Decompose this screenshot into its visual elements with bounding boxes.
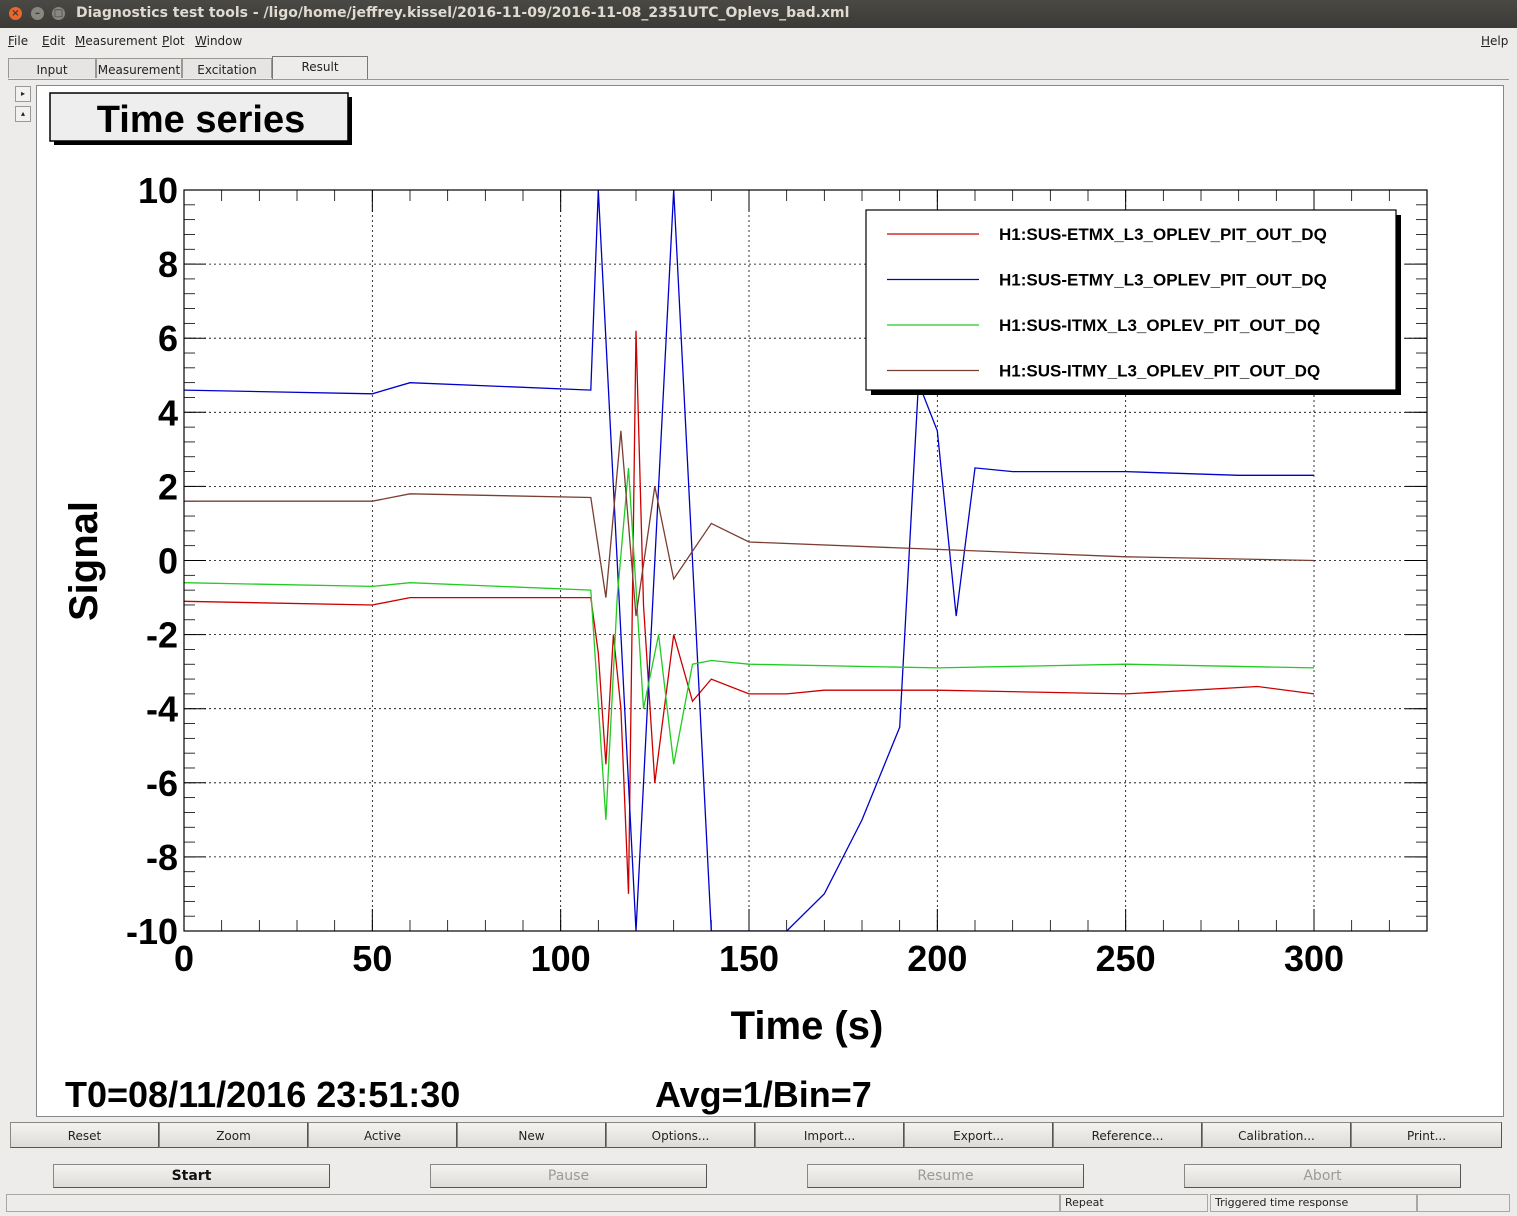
x-tick-label: 250: [1096, 938, 1156, 979]
pad-title: Time series: [97, 99, 305, 141]
resume-button[interactable]: Resume: [807, 1164, 1084, 1188]
x-tick-label: 100: [531, 938, 591, 979]
avg-bin-label: Avg=1/Bin=7: [655, 1074, 872, 1115]
tab-bar: Input Measurement Excitation Result: [0, 56, 1517, 80]
plot-button-row: Reset Zoom Active New Options... Import.…: [10, 1122, 1502, 1148]
pause-button[interactable]: Pause: [430, 1164, 707, 1188]
x-tick-labels: 0 50 100 150 200 250 300: [174, 938, 1344, 979]
y-tick-label: 0: [158, 541, 178, 582]
menu-plot[interactable]: Plot: [162, 34, 185, 48]
legend-label: H1:SUS-ITMY_L3_OPLEV_PIT_OUT_DQ: [999, 362, 1320, 381]
close-icon[interactable]: ×: [9, 7, 22, 20]
minimize-icon[interactable]: –: [31, 7, 44, 20]
options-button[interactable]: Options...: [606, 1122, 755, 1148]
y-tick-label: -8: [146, 837, 178, 878]
zoom-button[interactable]: Zoom: [159, 1122, 308, 1148]
import-button[interactable]: Import...: [755, 1122, 904, 1148]
tab-measurement[interactable]: Measurement: [96, 58, 182, 78]
menu-help[interactable]: Help: [1481, 34, 1508, 48]
x-axis-label: Time (s): [731, 1004, 884, 1048]
y-tick-label: -10: [126, 911, 178, 952]
tab-input[interactable]: Input: [8, 58, 96, 78]
start-button[interactable]: Start: [53, 1164, 330, 1188]
x-tick-label: 50: [352, 938, 392, 979]
x-tick-label: 150: [719, 938, 779, 979]
abort-button[interactable]: Abort: [1184, 1164, 1461, 1188]
legend-label: H1:SUS-ETMY_L3_OPLEV_PIT_OUT_DQ: [999, 271, 1327, 290]
y-tick-label: -4: [146, 689, 178, 730]
up-arrow-icon[interactable]: ▴: [15, 106, 31, 122]
status-type: Triggered time response: [1210, 1194, 1417, 1212]
status-cell-empty: [6, 1194, 1060, 1212]
x-tick-label: 200: [907, 938, 967, 979]
tab-excitation[interactable]: Excitation: [182, 58, 272, 78]
y-tick-label: 2: [158, 466, 178, 507]
menu-bar: File Edit Measurement Plot Window Help: [0, 28, 1517, 54]
series-line-4: [184, 430, 1315, 617]
time-series-chart: Time series 10 8 6 4 2 0 -2 -4 -6 -8 -10 0 50 100 150…: [49, 92, 1428, 1115]
status-mode: Repeat: [1060, 1194, 1208, 1212]
x-tick-label: 0: [174, 938, 194, 979]
y-tick-label: 8: [158, 244, 178, 285]
legend-label: H1:SUS-ETMX_L3_OPLEV_PIT_OUT_DQ: [999, 225, 1327, 244]
y-tick-label: -2: [146, 615, 178, 656]
reset-button[interactable]: Reset: [10, 1122, 159, 1148]
plot-canvas[interactable]: Time series 10 8 6 4 2 0 -2 -4 -6 -8 -10 0 50 100 150…: [36, 85, 1504, 1117]
y-tick-label: 10: [138, 170, 178, 211]
print-button[interactable]: Print...: [1351, 1122, 1502, 1148]
maximize-icon[interactable]: □: [52, 7, 65, 20]
window-titlebar: × – □ Diagnostics test tools - /ligo/hom…: [0, 0, 1517, 28]
calibration-button[interactable]: Calibration...: [1202, 1122, 1351, 1148]
menu-window[interactable]: Window: [195, 34, 242, 48]
new-button[interactable]: New: [457, 1122, 606, 1148]
export-button[interactable]: Export...: [904, 1122, 1053, 1148]
reference-button[interactable]: Reference...: [1053, 1122, 1202, 1148]
tab-divider: [8, 79, 1509, 80]
right-arrow-icon[interactable]: ▸: [15, 86, 31, 102]
x-tick-label: 300: [1284, 938, 1344, 979]
legend-label: H1:SUS-ITMX_L3_OPLEV_PIT_OUT_DQ: [999, 316, 1320, 335]
menu-edit[interactable]: Edit: [42, 34, 65, 48]
active-button[interactable]: Active: [308, 1122, 457, 1148]
status-cell-end: [1417, 1194, 1510, 1212]
y-tick-labels: 10 8 6 4 2 0 -2 -4 -6 -8 -10: [126, 170, 178, 952]
y-tick-label: -6: [146, 763, 178, 804]
menu-measurement[interactable]: Measurement: [75, 34, 157, 48]
t0-label: T0=08/11/2016 23:51:30: [65, 1074, 460, 1115]
y-axis-label: Signal: [62, 501, 106, 621]
y-tick-label: 4: [158, 392, 178, 433]
menu-file[interactable]: File: [8, 34, 28, 48]
window-title: Diagnostics test tools - /ligo/home/jeff…: [76, 5, 850, 21]
y-tick-label: 6: [158, 318, 178, 359]
tab-result[interactable]: Result: [272, 56, 368, 80]
